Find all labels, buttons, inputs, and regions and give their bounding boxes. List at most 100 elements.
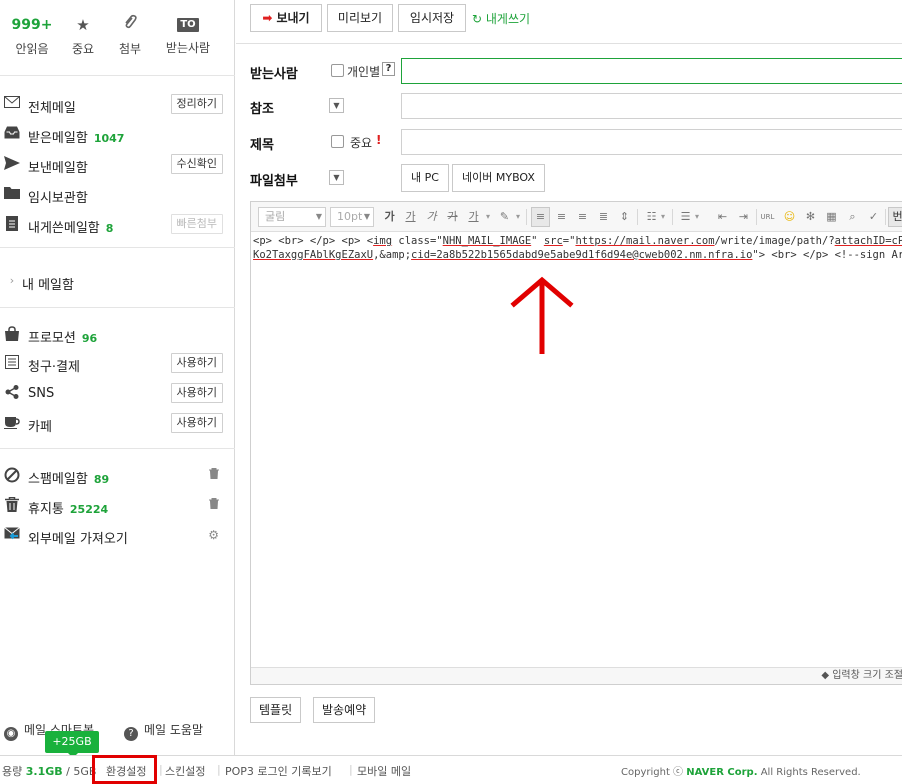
send-label: 보내기 — [276, 11, 310, 25]
code-seg: <p> <br> </p> <p> < — [253, 235, 374, 247]
italic-button[interactable]: 가 — [422, 207, 441, 227]
billing-use-button[interactable]: 사용하기 — [170, 353, 223, 373]
code-seg: " — [531, 235, 544, 247]
inbox-label-text: 받은메일함 — [28, 131, 88, 146]
help-question-icon[interactable]: ? — [382, 62, 395, 76]
mobile-mail-link[interactable]: 모바일 메일 — [357, 763, 411, 779]
individual-checkbox[interactable] — [331, 64, 344, 77]
quick-attachment[interactable]: 첨부 — [102, 14, 158, 57]
special-char-icon[interactable]: ✻ — [801, 207, 820, 227]
trash-count: 25224 — [69, 503, 109, 516]
pop3-log-link[interactable]: POP3 로그인 기록보기 — [225, 763, 332, 779]
sidebar-item-billing[interactable]: 청구·결제 사용하기 — [0, 350, 235, 378]
quick-unread-label: 안읽음 — [15, 42, 49, 56]
code-seg: "> <br> </p> <!--sign Area — [752, 249, 902, 261]
save-draft-button[interactable]: 임시저장 — [398, 4, 466, 32]
sidebar-item-external[interactable]: 외부메일 가져오기 ⚙ — [0, 522, 235, 550]
recipient-row: 받는사람 개인별 ? — [236, 57, 902, 85]
line-height-icon[interactable]: ⇕ — [615, 207, 634, 227]
recipient-input[interactable] — [401, 58, 902, 84]
import-mail-icon — [4, 527, 20, 543]
link-icon[interactable]: URL — [758, 207, 777, 227]
paperclip-icon — [102, 14, 158, 36]
preview-button[interactable]: 미리보기 — [327, 4, 393, 32]
sidebar-item-spam[interactable]: 스팸메일함 89 — [0, 462, 235, 490]
highlight-icon[interactable]: ✎ — [495, 207, 514, 227]
send-button[interactable]: ➡ 보내기 — [250, 4, 322, 32]
sidebar-item-to-self[interactable]: 내게쓴메일함 8 빠른첨부 — [0, 211, 235, 239]
schedule-send-button[interactable]: 발송예약 — [313, 697, 376, 723]
spellcheck-icon[interactable]: ✓ — [864, 207, 883, 227]
to-badge-icon: TO — [177, 18, 199, 32]
strike-button[interactable]: 가 — [443, 207, 462, 227]
subject-input[interactable] — [401, 129, 902, 155]
trash-empty-icon[interactable] — [209, 498, 219, 512]
underline-button[interactable]: 가 — [401, 207, 420, 227]
emoji-icon[interactable]: ☺ — [780, 207, 799, 227]
quick-to-me[interactable]: TO 받는사람 — [160, 14, 216, 56]
align-center-icon[interactable]: ≡ — [552, 207, 571, 227]
translate-button[interactable]: 번 — [888, 207, 902, 227]
sidebar-item-promotion[interactable]: 프로모션 96 — [0, 321, 235, 349]
sns-use-button[interactable]: 사용하기 — [170, 383, 223, 403]
outdent-icon[interactable]: ⇤ — [713, 207, 732, 227]
template-button[interactable]: 템플릿 — [250, 697, 302, 723]
sidebar-my-mailbox[interactable]: › 내 메일함 — [0, 268, 235, 296]
promotion-label-text: 프로모션 — [28, 331, 76, 346]
sidebar-item-drafts[interactable]: 임시보관함 — [0, 181, 235, 209]
divider: | — [349, 763, 353, 776]
question-icon: ? — [124, 727, 138, 741]
sidebar-item-cafe[interactable]: 카페 사용하기 — [0, 410, 235, 438]
search-icon[interactable]: ⌕ — [843, 207, 862, 227]
font-select[interactable]: 굴림 ▼ — [258, 207, 326, 227]
copyright-brand: NAVER Corp. — [686, 767, 758, 778]
chevron-down-icon[interactable]: ▾ — [658, 207, 668, 227]
size-select[interactable]: 10pt ▼ — [330, 207, 374, 227]
sidebar-item-sent[interactable]: 보낸메일함 수신확인 — [0, 151, 235, 179]
chevron-down-icon[interactable]: ▾ — [513, 207, 523, 227]
help-link[interactable]: ? 메일 도움말 — [124, 721, 203, 741]
sidebar-item-sns[interactable]: SNS 사용하기 — [0, 380, 235, 408]
storage-tooltip: +25GB — [45, 731, 99, 758]
sidebar: 999+ 안읽음 ★ 중요 첨부 TO 받는사람 전체메일 정리하기 받은메일함… — [0, 0, 235, 755]
sidebar-item-all[interactable]: 전체메일 정리하기 — [0, 91, 235, 119]
align-justify-icon[interactable]: ≣ — [594, 207, 613, 227]
read-receipt-button[interactable]: 수신확인 — [170, 154, 223, 174]
trash-empty-icon[interactable] — [209, 468, 219, 482]
chevron-down-icon[interactable]: ▾ — [692, 207, 702, 227]
code-seg: =" — [562, 235, 576, 247]
toolbar-divider — [756, 209, 757, 225]
cc-input[interactable] — [401, 93, 902, 119]
copyright-post: All Rights Reserved. — [760, 767, 861, 778]
my-pc-button[interactable]: 내 PC — [401, 164, 449, 192]
quick-unread[interactable]: 999+ 안읽음 — [4, 14, 60, 57]
chevron-right-icon: › — [9, 274, 15, 287]
sidebar-item-drafts-label: 임시보관함 — [28, 191, 88, 206]
quick-filters: 999+ 안읽음 ★ 중요 첨부 TO 받는사람 — [0, 0, 235, 76]
help-label: 메일 도움말 — [144, 723, 204, 737]
table-icon[interactable]: ▦ — [822, 207, 841, 227]
cleanup-button[interactable]: 정리하기 — [170, 94, 223, 114]
quick-attach-button[interactable]: 빠른첨부 — [170, 214, 223, 234]
indent-icon[interactable]: ⇥ — [734, 207, 753, 227]
chevron-down-icon[interactable]: ▾ — [483, 207, 493, 227]
align-left-icon[interactable]: ≡ — [531, 207, 550, 227]
attach-dropdown-icon[interactable]: ▼ — [329, 170, 344, 185]
font-color-button[interactable]: 가 — [464, 207, 483, 227]
skin-settings-link[interactable]: 스킨설정 — [165, 763, 205, 779]
sidebar-item-trash[interactable]: 휴지통 25224 — [0, 492, 235, 520]
toolbar-divider — [885, 209, 886, 225]
align-right-icon[interactable]: ≡ — [573, 207, 592, 227]
important-checkbox[interactable] — [331, 135, 344, 148]
editor-resize-handle[interactable]: ◆ 입력창 크기 조절 — [251, 667, 902, 684]
mybox-button[interactable]: 네이버 MYBOX — [452, 164, 545, 192]
compose-toolbar: ➡ 보내기 미리보기 임시저장 ↻ 내게쓰기 — [236, 0, 902, 44]
sidebar-item-inbox[interactable]: 받은메일함 1047 — [0, 121, 235, 149]
cc-dropdown-icon[interactable]: ▼ — [329, 98, 344, 113]
html-source-text[interactable]: <p> <br> </p> <p> <img class="NHN_MAIL_I… — [253, 234, 902, 262]
share-icon — [4, 385, 20, 401]
gear-icon[interactable]: ⚙ — [208, 528, 219, 542]
write-to-self-link[interactable]: ↻ 내게쓰기 — [472, 10, 530, 27]
cafe-use-button[interactable]: 사용하기 — [170, 413, 223, 433]
bold-button[interactable]: 가 — [380, 207, 399, 227]
